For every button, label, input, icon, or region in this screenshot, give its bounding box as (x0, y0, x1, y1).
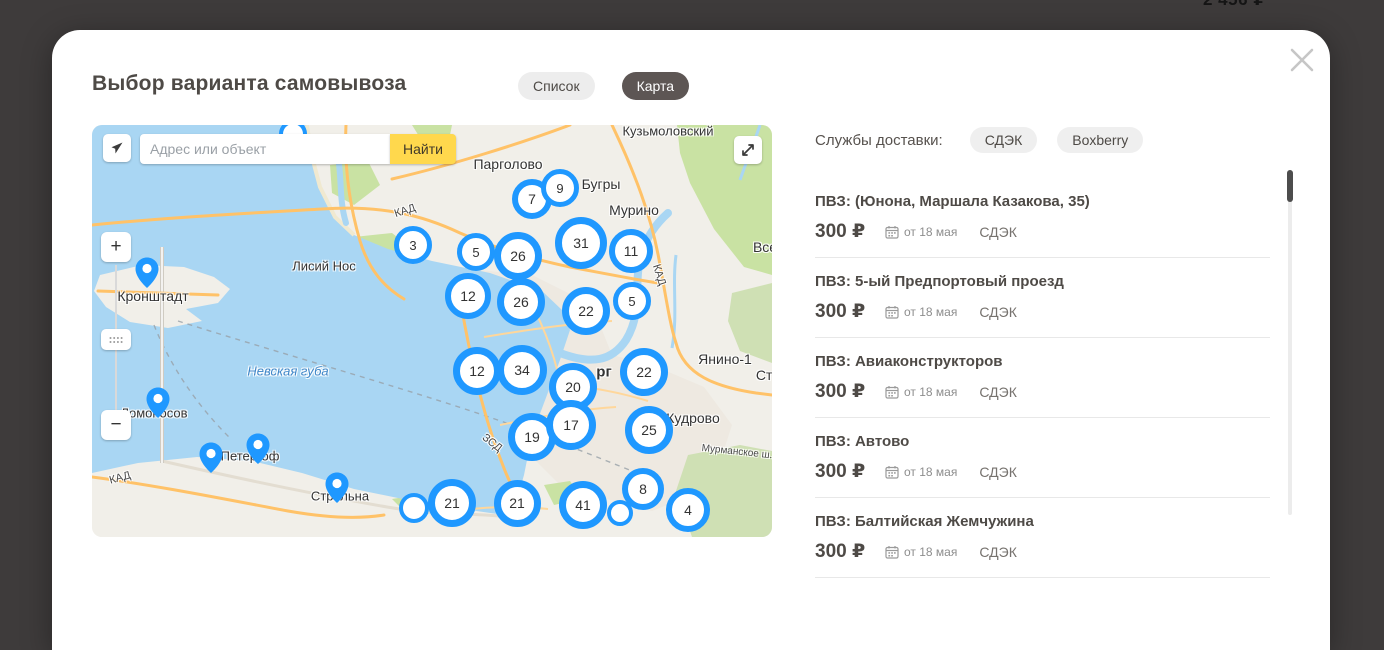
map-cluster[interactable] (607, 500, 633, 526)
delivery-services-row: Службы доставки: СДЭК Boxberry (815, 127, 1290, 153)
pickup-point-name: ПВЗ: (Юнона, Маршала Казакова, 35) (815, 193, 1270, 210)
map-search-button[interactable]: Найти (390, 134, 456, 164)
map-cluster[interactable]: 4 (666, 488, 710, 532)
map-pin[interactable] (246, 433, 270, 465)
geolocation-icon (109, 140, 125, 156)
zoom-handle-dots-icon (109, 336, 123, 344)
map-cluster[interactable]: 5 (457, 233, 495, 271)
pickup-point-service: СДЭК (979, 224, 1017, 240)
map-pin[interactable] (199, 442, 223, 474)
map-cluster[interactable]: 3 (394, 226, 432, 264)
delivery-services-label: Службы доставки: (815, 132, 943, 149)
pin-icon (135, 257, 159, 289)
pickup-point-price: 300 ₽ (815, 380, 885, 403)
pin-icon (199, 442, 223, 474)
zoom-in-button[interactable]: + (101, 232, 131, 262)
pickup-point-item[interactable]: ПВЗ: 5-ый Предпортовый проезд 300 ₽ от 18 … (815, 258, 1270, 338)
pin-icon (146, 387, 170, 419)
pickup-point-name: ПВЗ: 5-ый Предпортовый проезд (815, 273, 1270, 290)
pickup-point-name: ПВЗ: Автово (815, 433, 1270, 450)
pickup-point-details: 300 ₽ от 18 мая СДЭК (815, 460, 1270, 483)
pickup-point-service: СДЭК (979, 304, 1017, 320)
fullscreen-button[interactable] (734, 136, 762, 164)
close-button[interactable] (1286, 44, 1318, 76)
map-cluster[interactable]: 9 (541, 169, 579, 207)
calendar-icon (885, 385, 899, 399)
calendar-icon (885, 305, 899, 319)
pickup-point-date: от 18 мая (904, 385, 957, 399)
map-pin[interactable] (325, 472, 349, 504)
map-cluster[interactable]: 34 (497, 345, 547, 395)
panel-scrollbar-track[interactable] (1288, 170, 1292, 515)
calendar-icon (885, 465, 899, 479)
pin-icon (246, 433, 270, 465)
pickup-point-date: от 18 мая (904, 305, 957, 319)
delivery-service-chips: СДЭК Boxberry (970, 127, 1164, 153)
pickup-point-price: 300 ₽ (815, 300, 885, 323)
map-cluster[interactable]: 12 (453, 347, 501, 395)
pickup-point-item[interactable]: ПВЗ: Балтийская Жемчужина 300 ₽ от 18 мая С… (815, 498, 1270, 578)
close-icon (1286, 44, 1318, 76)
pickup-map[interactable]: КузьмоловскийПарголовоБугрыМуриноВсеЛиси… (92, 125, 772, 537)
geolocation-button[interactable] (103, 134, 131, 162)
pickup-point-details: 300 ₽ от 18 мая СДЭК (815, 300, 1270, 323)
pickup-point-price: 300 ₽ (815, 540, 885, 563)
map-cluster[interactable] (399, 493, 429, 523)
map-cluster[interactable]: 26 (497, 278, 545, 326)
map-pin[interactable] (146, 387, 170, 419)
map-cluster[interactable]: 12 (445, 273, 491, 319)
map-cluster[interactable]: 17 (546, 400, 596, 450)
view-mode-tabs: Список Карта (518, 72, 689, 100)
map-cluster[interactable]: 22 (620, 348, 668, 396)
pickup-point-item[interactable]: ПВЗ: Авиаконструкторов 300 ₽ от 18 мая СДЭК (815, 338, 1270, 418)
modal-title: Выбор варианта самовывоза (92, 72, 406, 96)
expand-icon (740, 142, 756, 158)
pickup-point-service: СДЭК (979, 384, 1017, 400)
service-chip-boxberry[interactable]: Boxberry (1057, 127, 1143, 153)
pickup-point-date: от 18 мая (904, 465, 957, 479)
pickup-point-service: СДЭК (979, 464, 1017, 480)
pickup-point-details: 300 ₽ от 18 мая СДЭК (815, 380, 1270, 403)
zoom-slider-handle[interactable] (101, 329, 131, 350)
map-cluster[interactable]: 41 (559, 481, 607, 529)
calendar-icon (885, 545, 899, 559)
map-canvas (92, 125, 772, 537)
pickup-point-details: 300 ₽ от 18 мая СДЭК (815, 220, 1270, 243)
tab-map[interactable]: Карта (622, 72, 689, 100)
map-cluster[interactable]: 25 (625, 406, 673, 454)
map-cluster[interactable]: 21 (494, 480, 541, 527)
pickup-point-date: от 18 мая (904, 225, 957, 239)
pickup-point-name: ПВЗ: Балтийская Жемчужина (815, 513, 1270, 530)
pickup-points-panel: Службы доставки: СДЭКBoxberry ПВЗ: (Юнон… (815, 127, 1290, 153)
pickup-points-list: ПВЗ: (Юнона, Маршала Казакова, 35) 300 ₽ о… (815, 178, 1270, 578)
tab-list[interactable]: Список (518, 72, 595, 100)
map-cluster[interactable]: 21 (428, 479, 476, 527)
modal-header: Выбор варианта самовывоза СписокКарта (92, 72, 1270, 96)
pin-icon (325, 472, 349, 504)
background-header-price: 2 456 ₽ (1203, 0, 1323, 8)
pickup-selection-modal: Выбор варианта самовывоза Список Карта (52, 30, 1330, 650)
pickup-point-details: 300 ₽ от 18 мая СДЭК (815, 540, 1270, 563)
map-pin[interactable] (135, 257, 159, 289)
map-cluster[interactable]: 31 (555, 217, 607, 269)
zoom-out-button[interactable]: − (101, 410, 131, 440)
pickup-point-service: СДЭК (979, 544, 1017, 560)
pickup-point-price: 300 ₽ (815, 220, 885, 243)
pickup-point-price: 300 ₽ (815, 460, 885, 483)
service-chip-сдэк[interactable]: СДЭК (970, 127, 1038, 153)
map-cluster[interactable]: 11 (609, 229, 653, 273)
map-cluster[interactable]: 5 (613, 282, 651, 320)
map-cluster[interactable]: 22 (562, 287, 610, 335)
map-search-input[interactable] (140, 134, 390, 164)
panel-scrollbar-thumb[interactable] (1287, 170, 1293, 202)
map-searchbar: Найти (103, 134, 456, 164)
pickup-point-date: от 18 мая (904, 545, 957, 559)
pickup-point-item[interactable]: ПВЗ: Автово 300 ₽ от 18 мая СДЭК (815, 418, 1270, 498)
pickup-point-item[interactable]: ПВЗ: (Юнона, Маршала Казакова, 35) 300 ₽ о… (815, 178, 1270, 258)
pickup-point-name: ПВЗ: Авиаконструкторов (815, 353, 1270, 370)
map-cluster[interactable]: 26 (494, 232, 542, 280)
calendar-icon (885, 225, 899, 239)
